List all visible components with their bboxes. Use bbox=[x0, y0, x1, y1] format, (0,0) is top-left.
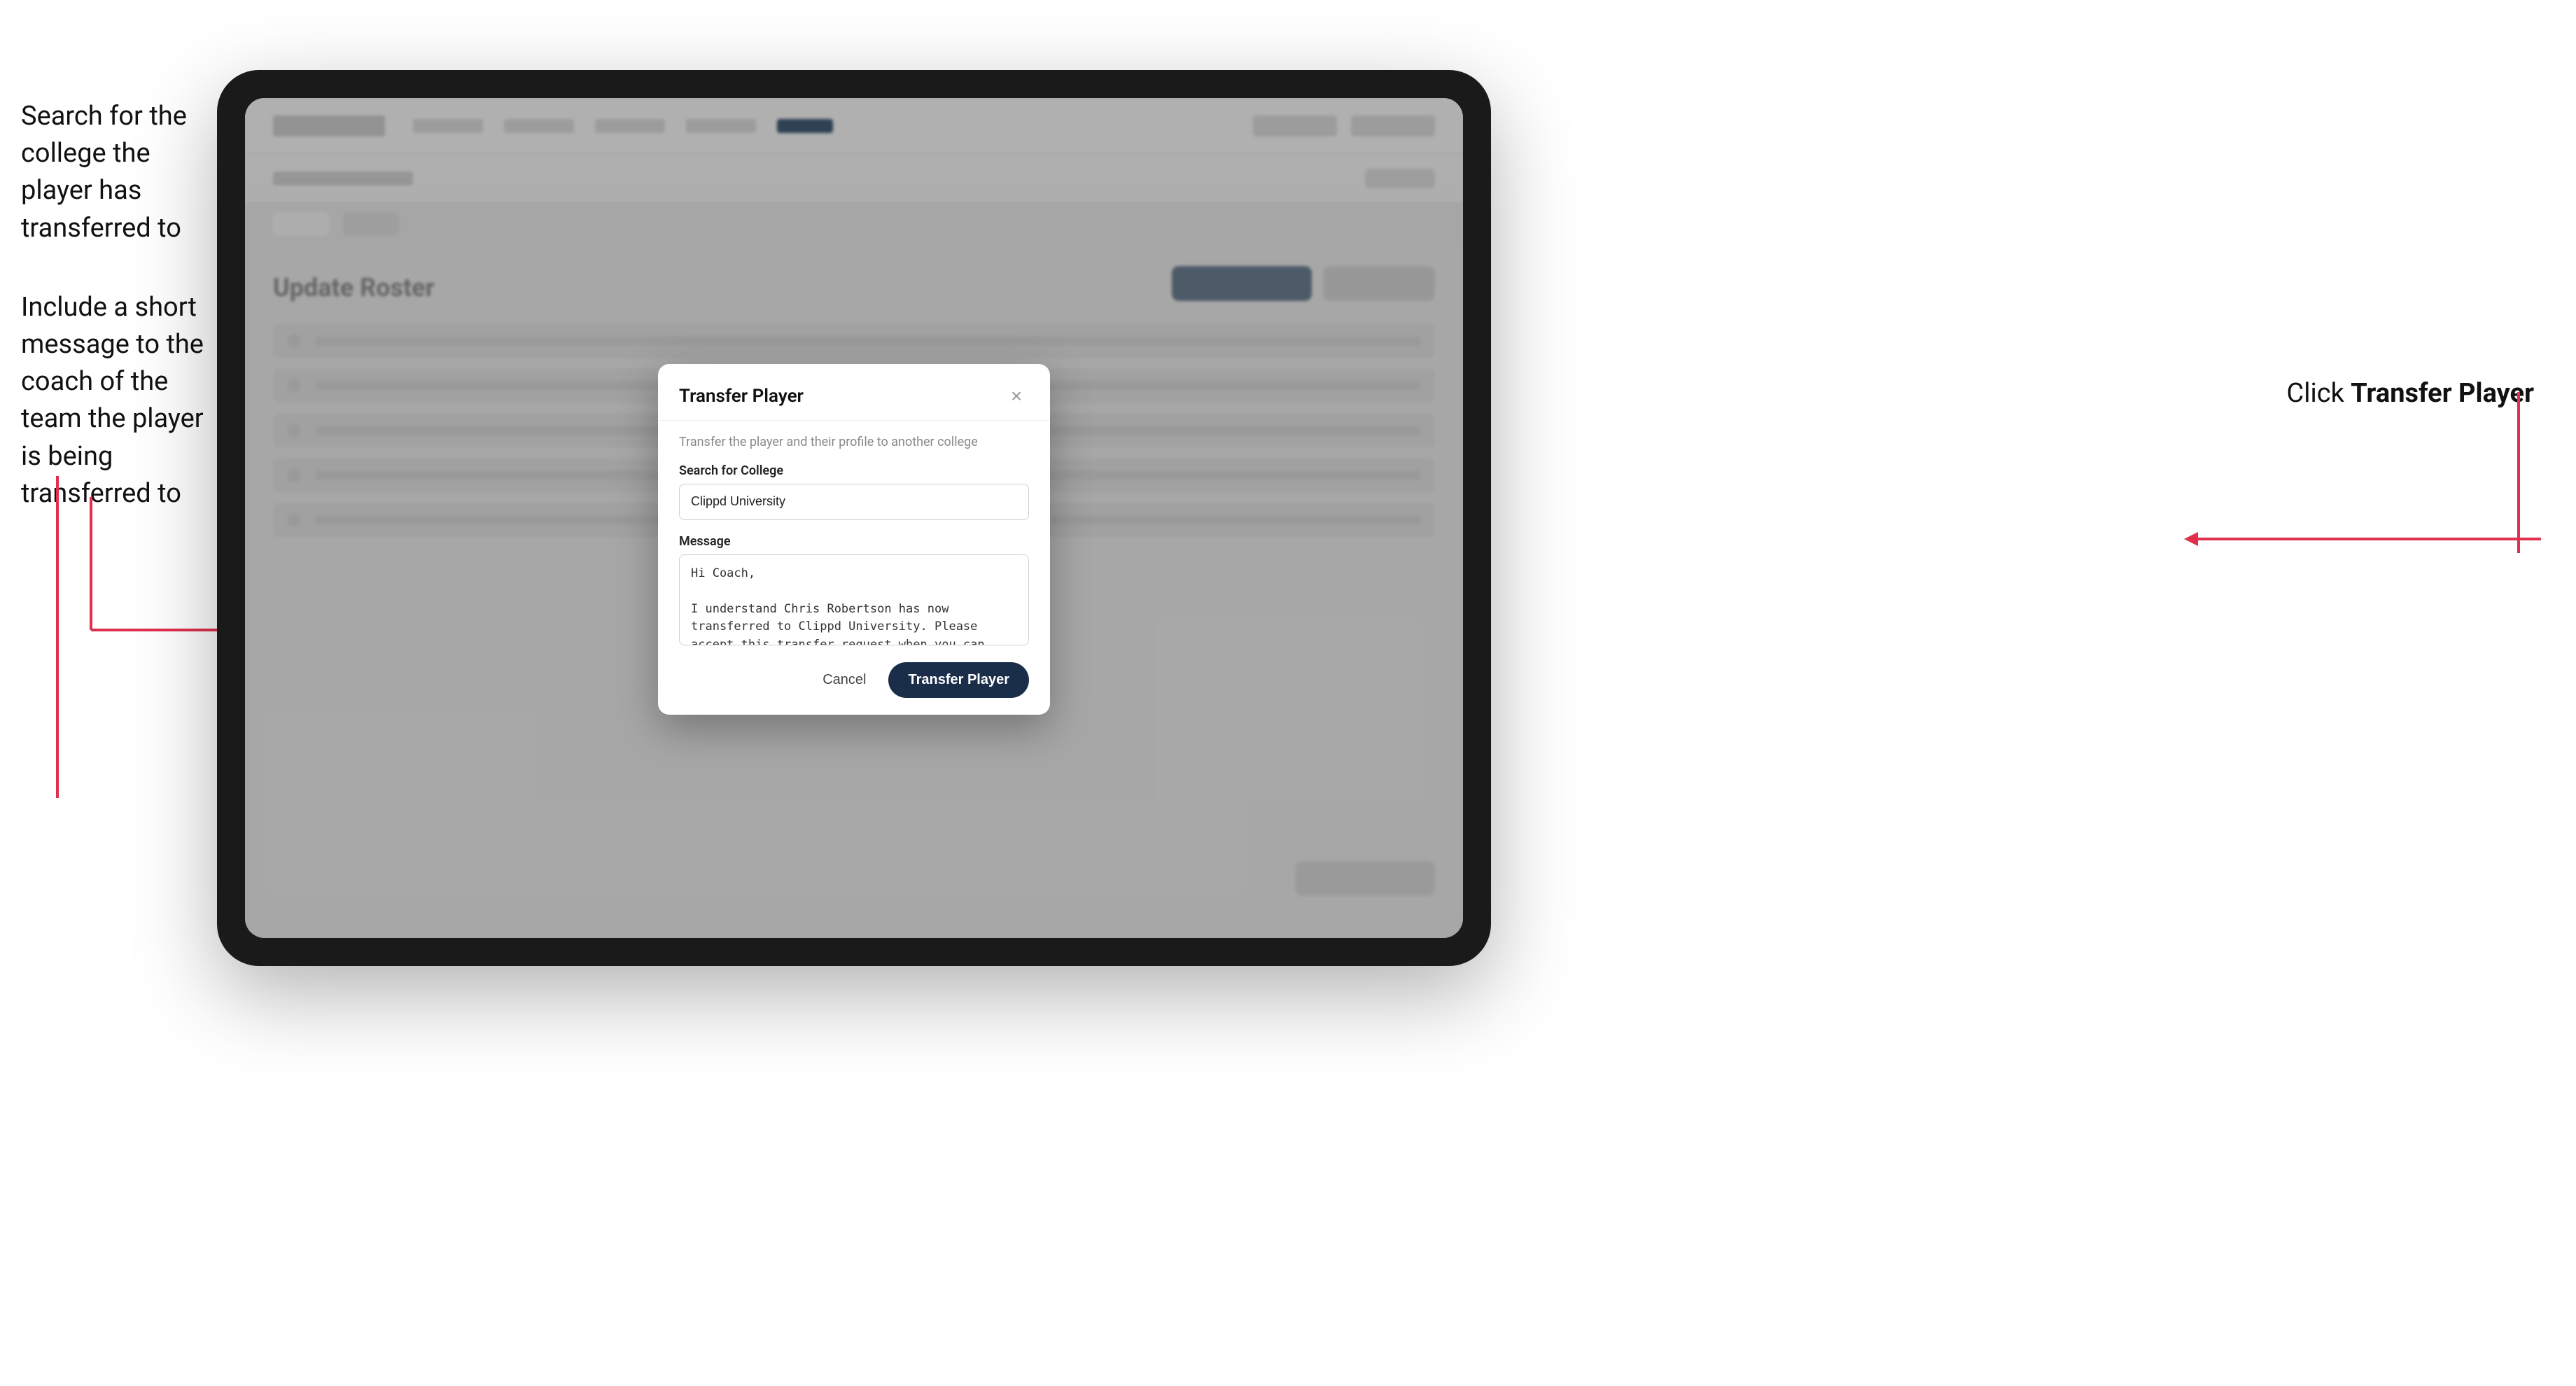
search-college-input[interactable] bbox=[679, 484, 1029, 520]
modal-title: Transfer Player bbox=[679, 386, 804, 407]
search-college-label: Search for College bbox=[679, 463, 1029, 478]
annotation-text-1: Search for the college the player has tr… bbox=[21, 98, 217, 247]
cancel-label: Cancel bbox=[822, 672, 866, 687]
left-bracket-vertical bbox=[56, 476, 59, 798]
modal-body: Transfer the player and their profile to… bbox=[658, 421, 1050, 648]
modal-footer: Cancel Transfer Player bbox=[658, 648, 1050, 715]
left-annotation: Search for the college the player has tr… bbox=[21, 98, 217, 512]
modal-header: Transfer Player × bbox=[658, 364, 1050, 421]
annotation-text-2: Include a short message to the coach of … bbox=[21, 289, 217, 512]
modal-close-button[interactable]: × bbox=[1004, 384, 1029, 409]
right-bracket-vertical bbox=[2517, 392, 2520, 553]
right-annotation: Click Transfer Player bbox=[2286, 378, 2534, 409]
annotation-right-bold: Transfer Player bbox=[2351, 378, 2534, 409]
message-label: Message bbox=[679, 534, 1029, 549]
transfer-label: Transfer Player bbox=[908, 672, 1009, 687]
message-textarea[interactable]: Hi Coach, I understand Chris Robertson h… bbox=[679, 554, 1029, 645]
modal-overlay: Transfer Player × Transfer the player an… bbox=[245, 98, 1463, 938]
transfer-player-modal: Transfer Player × Transfer the player an… bbox=[658, 364, 1050, 715]
tablet-screen: Update Roster bbox=[245, 98, 1463, 938]
cancel-button[interactable]: Cancel bbox=[811, 665, 877, 695]
modal-subtitle: Transfer the player and their profile to… bbox=[679, 435, 1029, 449]
close-icon: × bbox=[1011, 385, 1022, 407]
annotation-right-prefix: Click bbox=[2286, 378, 2351, 409]
tablet-device: Update Roster bbox=[217, 70, 1491, 966]
right-arrow bbox=[2149, 511, 2541, 567]
transfer-player-button[interactable]: Transfer Player bbox=[888, 662, 1029, 698]
